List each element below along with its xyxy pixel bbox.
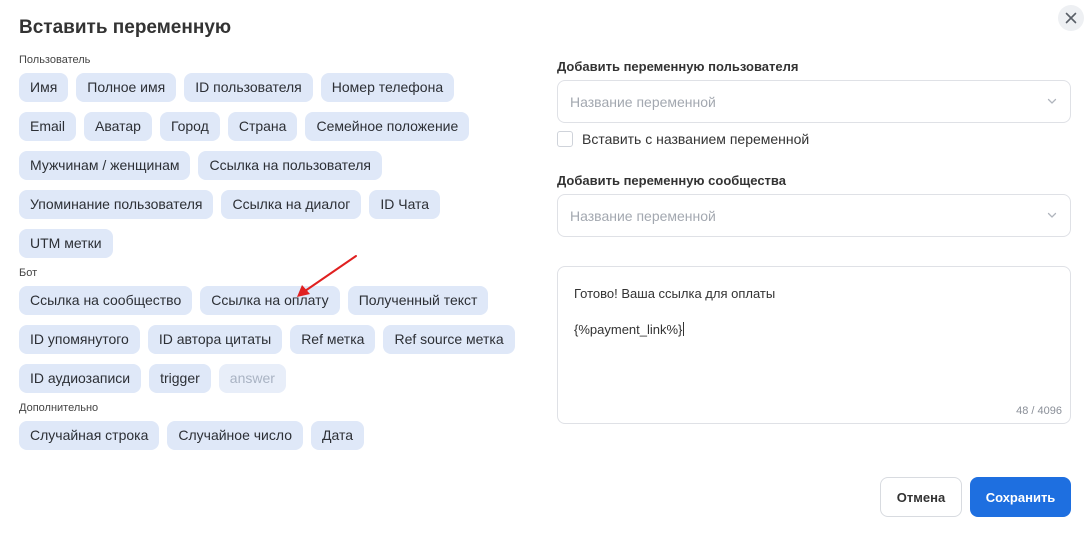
message-textarea[interactable]: Готово! Ваша ссылка для оплаты {%payment… — [557, 266, 1071, 424]
variable-chip[interactable]: Полученный текст — [347, 286, 489, 315]
user-variable-select[interactable]: Название переменной — [557, 80, 1071, 123]
community-variable-select[interactable]: Название переменной — [557, 194, 1071, 237]
section-label: Дополнительно — [19, 402, 99, 414]
variable-chip[interactable]: Упоминание пользователя — [19, 190, 214, 219]
variable-chip[interactable]: ID упомянутого — [19, 325, 140, 354]
variable-chip[interactable]: Случайная строка — [19, 421, 160, 450]
chevron-down-icon — [1047, 212, 1057, 218]
user-variable-placeholder: Название переменной — [570, 93, 716, 110]
community-variable-placeholder: Название переменной — [570, 207, 716, 224]
cancel-button[interactable]: Отмена — [880, 477, 962, 517]
variable-chip[interactable]: Случайное число — [167, 421, 303, 450]
text-caret — [683, 322, 685, 336]
section-extra: Дополнительно Случайная строка Случайное … — [19, 402, 519, 450]
chip-list: Имя Полное имя ID пользователя Номер телефо… — [19, 73, 519, 258]
variable-chip[interactable]: ID пользователя — [184, 73, 313, 102]
variable-chip[interactable]: Ссылка на сообщество — [19, 286, 193, 315]
insert-with-name-option[interactable]: Вставить с названием переменной — [557, 131, 809, 147]
variable-chip[interactable]: Ref метка — [290, 325, 376, 354]
save-button[interactable]: Сохранить — [970, 477, 1071, 517]
variable-chip[interactable]: Полное имя — [76, 73, 177, 102]
variable-chip[interactable]: trigger — [149, 364, 211, 393]
variable-chip[interactable]: ID автора цитаты — [147, 325, 283, 354]
message-line-2: {%payment_link%} — [574, 321, 1054, 339]
dialog-title: Вставить переменную — [19, 17, 232, 38]
section-user: Пользователь Имя Полное имя ID пользовател… — [19, 54, 519, 258]
variable-chip[interactable]: UTM метки — [19, 229, 113, 258]
char-counter: 48 / 4096 — [1016, 405, 1062, 417]
insert-with-name-checkbox[interactable] — [557, 131, 573, 147]
close-button[interactable] — [1058, 5, 1084, 31]
message-line-2-text: {%payment_link%} — [574, 322, 683, 337]
variable-chip[interactable]: Ссылка на пользователя — [198, 151, 382, 180]
variable-chip[interactable]: Номер телефона — [320, 73, 455, 102]
variable-chip[interactable]: Город — [159, 112, 220, 141]
insert-with-name-label: Вставить с названием переменной — [582, 131, 810, 147]
message-line-1: Готово! Ваша ссылка для оплаты — [574, 286, 776, 301]
variable-chip[interactable]: Мужчинам / женщинам — [19, 151, 191, 180]
variable-chip[interactable]: Имя — [19, 73, 69, 102]
variable-chip[interactable]: Страна — [227, 112, 298, 141]
variable-chip[interactable]: Дата — [310, 421, 364, 450]
variable-chip[interactable]: ID Чата — [369, 190, 441, 219]
variable-chip[interactable]: Аватар — [84, 112, 152, 141]
section-label: Бот — [19, 267, 38, 279]
community-variable-label: Добавить переменную сообщества — [557, 173, 786, 188]
variables-panel: Пользователь Имя Полное имя ID пользовател… — [19, 54, 519, 459]
section-bot: Бот Ссылка на сообщество Ссылка на оплату… — [19, 267, 519, 393]
chevron-down-icon — [1047, 98, 1057, 104]
variable-chip[interactable]: Email — [19, 112, 77, 141]
variable-chip[interactable]: Семейное положение — [305, 112, 470, 141]
variable-chip[interactable]: ID аудиозаписи — [19, 364, 142, 393]
variable-chip[interactable]: Ссылка на оплату — [200, 286, 340, 315]
variable-chip[interactable]: Ссылка на диалог — [221, 190, 362, 219]
variable-chip[interactable]: answer — [218, 364, 286, 393]
chip-list: Случайная строка Случайное число Дата — [19, 421, 519, 450]
chip-list: Ссылка на сообщество Ссылка на оплату Полу… — [19, 286, 519, 393]
section-label: Пользователь — [19, 54, 91, 66]
variable-chip[interactable]: Ref source метка — [383, 325, 515, 354]
close-icon — [1065, 12, 1077, 24]
user-variable-label: Добавить переменную пользователя — [557, 59, 799, 74]
